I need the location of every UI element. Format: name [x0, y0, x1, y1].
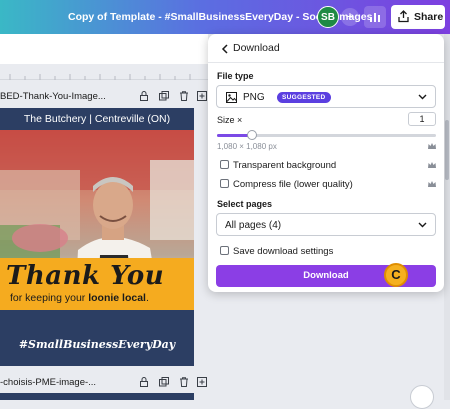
add-page-icon[interactable]: [196, 90, 208, 102]
page-title-2[interactable]: -choisis-PME-image-...: [0, 377, 96, 388]
design-page-2-preview[interactable]: [0, 393, 194, 400]
file-type-label: File type: [217, 71, 254, 81]
thank-you-banner: Thank You for keeping your loonie local.: [0, 258, 194, 310]
scrollbar-thumb[interactable]: [445, 120, 449, 180]
file-type-value: PNG: [243, 92, 265, 103]
editor-toolbar-strip: [0, 34, 208, 64]
subheadline-bold: loonie local: [88, 292, 146, 304]
divider: [208, 62, 444, 63]
pages-value: All pages (4): [225, 220, 282, 231]
add-collaborator-button[interactable]: +: [341, 8, 359, 26]
bar-chart-icon: [370, 13, 380, 22]
scrollbar-track[interactable]: [444, 34, 450, 400]
page-bar-2: -choisis-PME-image-...: [0, 373, 208, 393]
delete-icon[interactable]: [178, 90, 190, 102]
compress-label[interactable]: Compress file (lower quality): [233, 179, 353, 190]
panel-title: Download: [233, 42, 280, 54]
hashtag-text: #SmallBusinessEveryDay: [18, 338, 176, 351]
duplicate-icon[interactable]: [158, 376, 170, 388]
ruler: [0, 64, 208, 80]
lock-icon[interactable]: [138, 376, 150, 388]
transparent-checkbox[interactable]: [220, 160, 229, 169]
pages-select[interactable]: All pages (4): [216, 213, 436, 236]
design-page-1[interactable]: The Butchery | Centreville (ON) Thank Yo…: [0, 108, 194, 366]
image-icon: [226, 92, 237, 103]
page-title-1[interactable]: BED-Thank-You-Image...: [0, 91, 106, 102]
suggested-badge: SUGGESTED: [277, 92, 331, 103]
canvas-background: [208, 290, 450, 400]
page-bar-1: BED-Thank-You-Image...: [0, 87, 208, 107]
transparent-label[interactable]: Transparent background: [233, 160, 336, 171]
help-button[interactable]: [410, 385, 434, 409]
delete-icon[interactable]: [178, 376, 190, 388]
subheadline-suffix: .: [145, 292, 149, 304]
size-label: Size ×: [217, 115, 243, 125]
add-page-icon[interactable]: [196, 376, 208, 388]
back-arrow-icon[interactable]: [218, 42, 232, 56]
file-type-select[interactable]: PNG SUGGESTED: [216, 85, 436, 108]
cursor-marker: C: [384, 263, 408, 287]
size-input[interactable]: 1: [408, 112, 436, 126]
save-settings-checkbox[interactable]: [220, 246, 229, 255]
subheadline-prefix: for keeping your: [10, 292, 89, 304]
duplicate-icon[interactable]: [158, 90, 170, 102]
dimensions-text: 1,080 × 1,080 px: [217, 142, 277, 151]
subheadline-text: for keeping your loonie local.: [10, 292, 149, 304]
insights-button[interactable]: [364, 6, 386, 28]
chevron-down-icon: [418, 222, 427, 228]
crown-icon: [428, 181, 436, 187]
crown-icon: [428, 162, 436, 168]
size-slider-handle[interactable]: [247, 130, 257, 140]
crown-icon: [428, 143, 436, 149]
save-settings-label[interactable]: Save download settings: [233, 246, 333, 257]
chevron-down-icon: [418, 94, 427, 100]
avatar[interactable]: SB: [317, 6, 339, 28]
lock-icon[interactable]: [138, 90, 150, 102]
select-pages-label: Select pages: [217, 199, 273, 209]
design-top-text: The Butchery | Centreville (ON): [23, 113, 171, 125]
upload-icon: [398, 10, 409, 23]
top-bar: Copy of Template - #SmallBusinessEveryDa…: [0, 0, 450, 34]
share-button[interactable]: Share: [391, 5, 445, 29]
compress-checkbox[interactable]: [220, 179, 229, 188]
download-panel: Download File type PNG SUGGESTED Size × …: [208, 34, 444, 292]
headline-text: Thank You: [6, 261, 165, 291]
share-label: Share: [414, 11, 444, 23]
